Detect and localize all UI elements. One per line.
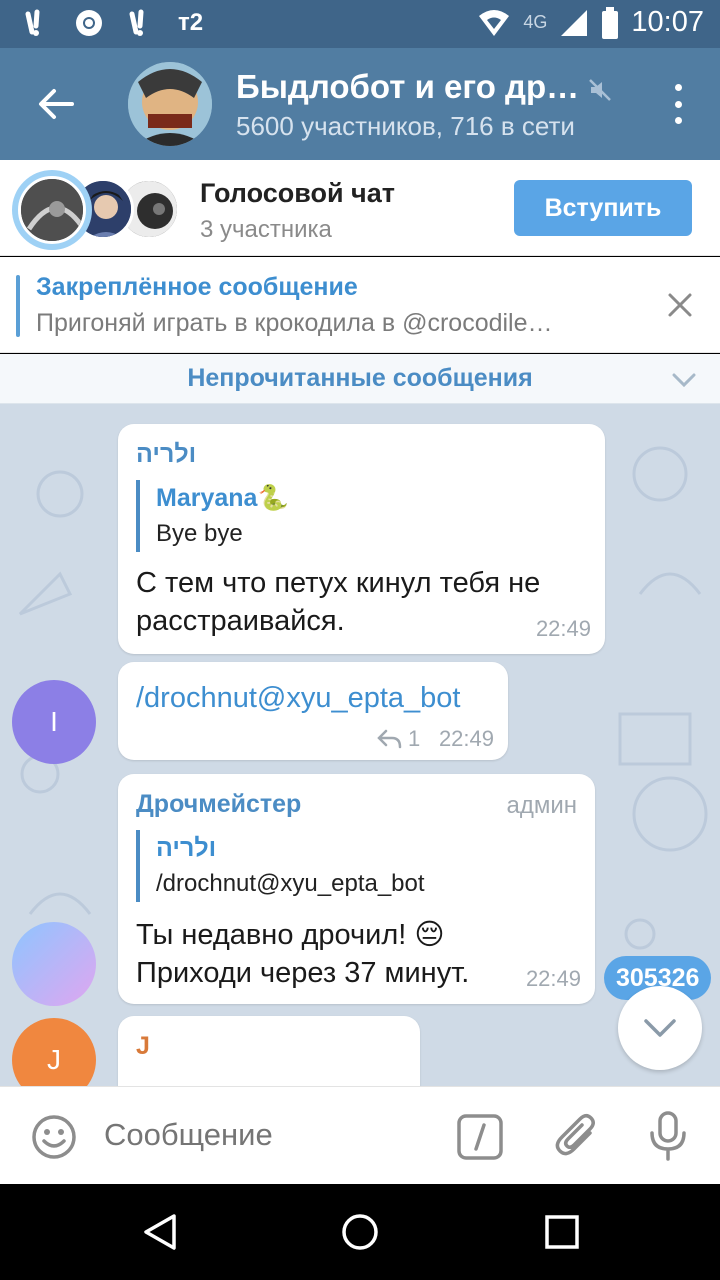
system-status: 4G 10:07 xyxy=(477,6,704,39)
attach-icon[interactable] xyxy=(554,1111,600,1161)
carrier-label: т2 xyxy=(178,9,204,36)
pinned-text: Пригоняй играть в крокодила в @crocodile… xyxy=(36,309,553,337)
clock: 10:07 xyxy=(631,6,704,38)
back-arrow-icon xyxy=(39,89,74,119)
pinned-indicator xyxy=(16,275,20,337)
message-time: 22:49 xyxy=(525,966,581,991)
reply-quote[interactable]: ולריה /drochnut@xyu_epta_bot xyxy=(136,830,425,902)
more-menu-button[interactable] xyxy=(666,84,690,124)
chat-member-count: 5600 участников, 716 в сети xyxy=(236,111,575,141)
voice-chat-participants: 3 участника xyxy=(200,216,332,243)
message-bubble[interactable]: /drochnut@xyu_epta_bot 1 22:49 xyxy=(118,662,508,760)
message-text-line: Ты недавно дрочил! 😔 xyxy=(136,919,445,951)
muted-icon xyxy=(589,79,611,101)
notification-icons: т2 xyxy=(22,8,203,38)
message-input[interactable] xyxy=(104,1117,434,1153)
reply-arrow-icon xyxy=(377,729,402,749)
status-bar: т2 4G 10:07 xyxy=(0,0,720,48)
admin-badge: админ xyxy=(506,792,577,819)
bot-commands-icon[interactable] xyxy=(456,1113,504,1161)
join-voice-chat-button[interactable]: Вступить xyxy=(514,180,692,236)
message-list[interactable]: Непрочитанные сообщения ולריה Maryana🐍 B… xyxy=(0,354,720,1086)
message-sender[interactable]: J xyxy=(136,1032,150,1061)
android-navigation-bar xyxy=(0,1184,720,1280)
bot-command-link[interactable]: /drochnut@xyu_epta_bot xyxy=(136,682,461,715)
message-sender[interactable]: Дрочмейстер xyxy=(136,790,301,819)
voice-chat-title: Голосовой чат xyxy=(200,178,395,208)
message-text-line: С тем что петух кинул тебя не xyxy=(136,567,541,599)
group-avatar[interactable] xyxy=(128,62,212,146)
nav-back-icon[interactable] xyxy=(140,1212,180,1252)
reply-author: Maryana🐍 xyxy=(156,484,289,512)
message-text-line: Приходи через 37 минут. xyxy=(136,957,470,989)
reply-count: 1 xyxy=(408,726,421,751)
scroll-to-bottom-button[interactable] xyxy=(618,986,702,1070)
unread-messages-label: Непрочитанные сообщения xyxy=(187,364,533,392)
message-bubble[interactable]: J xyxy=(118,1016,420,1086)
nav-recents-icon[interactable] xyxy=(542,1212,582,1252)
reply-quote[interactable]: Maryana🐍 Bye bye xyxy=(136,480,289,552)
user-avatar[interactable] xyxy=(12,922,96,1006)
group-avatar-image xyxy=(128,62,212,146)
chevron-down-icon xyxy=(644,1019,676,1037)
unread-messages-divider: Непрочитанные сообщения xyxy=(0,354,720,404)
nav-home-icon[interactable] xyxy=(340,1212,380,1252)
user-avatar[interactable]: I xyxy=(12,680,96,764)
avatar-letter: J xyxy=(47,1044,61,1075)
voice-participant-avatar xyxy=(18,176,86,244)
emoji-icon[interactable] xyxy=(30,1113,78,1161)
avatar-letter: I xyxy=(50,706,58,737)
back-button[interactable] xyxy=(30,78,82,130)
pinned-title: Закреплённое сообщение xyxy=(36,273,358,301)
message-composer xyxy=(0,1086,720,1184)
close-pinned-icon[interactable] xyxy=(664,289,696,321)
network-type: 4G xyxy=(523,12,548,32)
pinned-message-bar[interactable]: Закреплённое сообщение Пригоняй играть в… xyxy=(0,257,720,353)
voice-chat-bar[interactable]: Голосовой чат 3 участника Вступить xyxy=(0,160,720,256)
reply-text: /drochnut@xyu_epta_bot xyxy=(156,870,425,897)
chrome-icon xyxy=(76,10,102,36)
missed-call-icon-2 xyxy=(129,9,144,36)
message-time: 22:49 xyxy=(535,616,591,641)
signal-icon xyxy=(561,9,588,36)
battery-icon xyxy=(602,6,619,39)
wifi-icon xyxy=(479,9,510,36)
chat-title[interactable]: Быдлобот и его др… xyxy=(236,68,579,106)
reply-author: ולריה xyxy=(156,834,217,862)
chat-header: Быдлобот и его др… 5600 участников, 716 … xyxy=(0,48,720,160)
reply-text: Bye bye xyxy=(156,520,243,547)
message-bubble[interactable]: Дрочмейстер админ ולריה /drochnut@xyu_ep… xyxy=(118,774,595,1004)
missed-call-icon xyxy=(25,9,40,36)
chevron-down-icon xyxy=(672,373,696,388)
message-bubble[interactable]: ולריה Maryana🐍 Bye bye С тем что петух к… xyxy=(118,424,605,654)
message-time: 22:49 xyxy=(438,726,494,751)
microphone-icon[interactable] xyxy=(648,1111,688,1161)
message-sender[interactable]: ולריה xyxy=(136,440,196,469)
message-text-line: расстраивайся. xyxy=(136,605,345,637)
